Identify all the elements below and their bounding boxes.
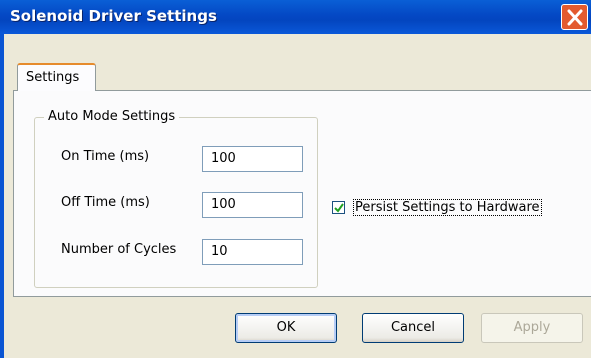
on-time-label: On Time (ms) <box>61 149 150 164</box>
cancel-button[interactable]: Cancel <box>362 313 464 343</box>
cycles-input[interactable]: 10 <box>202 239 303 265</box>
checkmark-icon <box>334 203 344 213</box>
close-button[interactable] <box>561 4 588 30</box>
ok-button[interactable]: OK <box>235 313 337 343</box>
close-icon <box>567 9 583 26</box>
window-frame-left <box>0 34 4 358</box>
apply-button[interactable]: Apply <box>481 313 583 343</box>
persist-checkbox[interactable] <box>332 201 345 214</box>
off-time-label: Off Time (ms) <box>61 195 150 210</box>
cycles-label: Number of Cycles <box>61 242 177 257</box>
off-time-input[interactable]: 100 <box>202 192 303 218</box>
tab-settings-label: Settings <box>26 70 80 85</box>
settings-dialog: Solenoid Driver Settings Settings Auto M… <box>0 0 591 358</box>
auto-mode-group-label: Auto Mode Settings <box>44 109 180 124</box>
on-time-input[interactable]: 100 <box>202 146 303 172</box>
title-bar[interactable]: Solenoid Driver Settings <box>0 0 591 34</box>
tab-settings[interactable]: Settings <box>17 63 96 91</box>
persist-checkbox-label: Persist Settings to Hardware <box>353 199 542 216</box>
window-title: Solenoid Driver Settings <box>10 7 217 25</box>
